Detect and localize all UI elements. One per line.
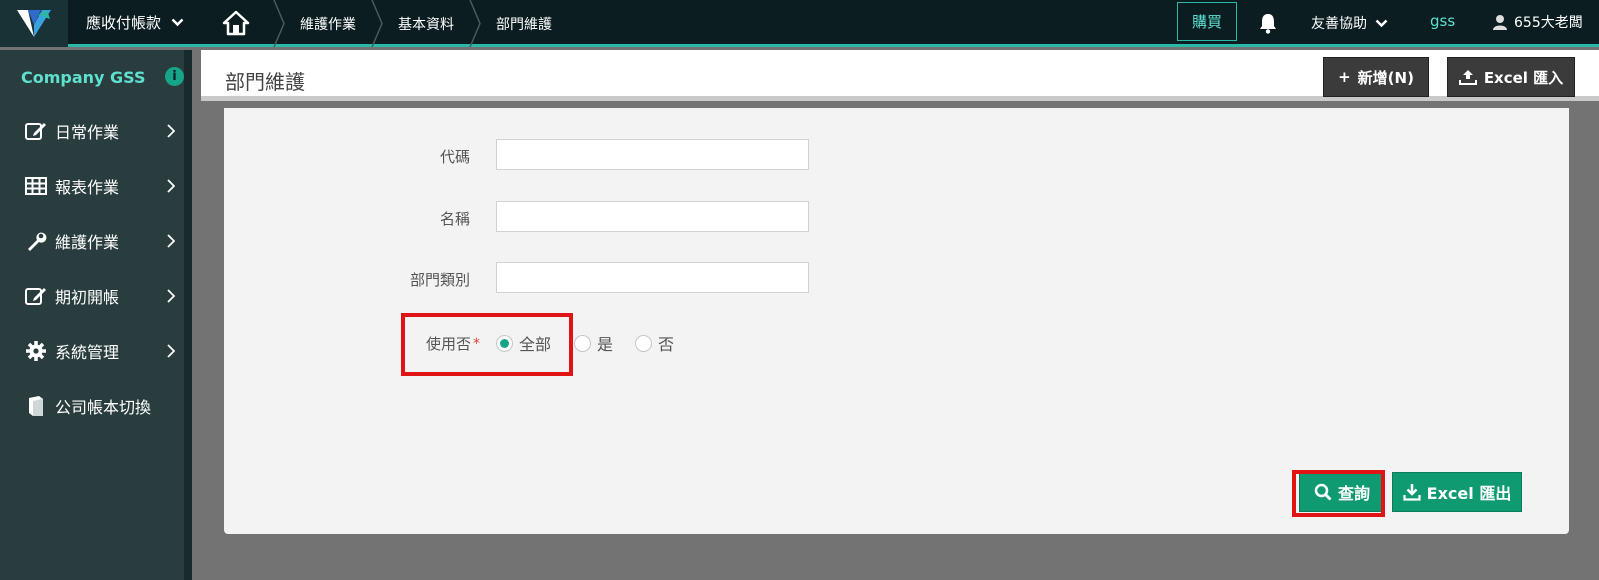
- app-menu-label: 應收付帳款: [86, 14, 162, 32]
- user-name: 655大老闆: [1514, 15, 1583, 31]
- buy-button[interactable]: 購買: [1177, 2, 1237, 41]
- add-button-label: 新增(N): [1357, 68, 1414, 87]
- sidebar-item-maintenance[interactable]: 維護作業: [0, 221, 184, 261]
- wrench-icon: [25, 230, 47, 252]
- active-label: 使用否 *: [360, 333, 480, 354]
- table-icon: [25, 175, 47, 197]
- code-label: 代碼: [439, 148, 470, 166]
- top-navbar: 應收付帳款 維護作業 基本資料 部門維護 購買 友善協助 gss 655大老闆: [0, 0, 1599, 47]
- chevron-right-icon: [167, 289, 175, 303]
- breadcrumb-item: 部門維護: [458, 0, 556, 47]
- notification-button[interactable]: [1258, 12, 1278, 34]
- search-form-card: [224, 108, 1569, 534]
- sidebar-item-opening[interactable]: 期初開帳: [0, 276, 184, 316]
- sidebar-item-label: 維護作業: [55, 233, 120, 252]
- department-type-label: 部門類別: [409, 271, 470, 289]
- radio-option-label: 是: [597, 335, 614, 354]
- sidebar-item-label: 報表作業: [55, 178, 120, 197]
- plus-icon: +: [1338, 68, 1351, 86]
- chevron-right-icon: [167, 234, 175, 248]
- user-menu[interactable]: 655大老闆: [1492, 12, 1583, 32]
- gear-icon: [25, 340, 47, 362]
- breadcrumb-separator-icon: [371, 0, 383, 47]
- excel-import-label: Excel 匯入: [1483, 68, 1564, 87]
- radio-selected-dot: [500, 338, 509, 348]
- breadcrumb-item: 維護作業: [262, 0, 360, 47]
- app-logo[interactable]: [0, 0, 68, 47]
- app-switcher-menu[interactable]: 應收付帳款: [86, 12, 184, 33]
- user-icon: [1493, 15, 1507, 30]
- query-button[interactable]: 查詢: [1299, 472, 1385, 512]
- book-icon: [25, 395, 47, 417]
- breadcrumb-link-basic-data[interactable]: 基本資料: [394, 14, 458, 34]
- edit-icon: [25, 285, 47, 307]
- active-label-text: 使用否: [425, 335, 471, 353]
- breadcrumb-current[interactable]: 部門維護: [492, 14, 556, 34]
- add-button[interactable]: + 新增(N): [1323, 57, 1429, 97]
- breadcrumb-item: 基本資料: [360, 0, 458, 47]
- radio-button[interactable]: [574, 334, 591, 352]
- sidebar-item-reports[interactable]: 報表作業: [0, 166, 184, 206]
- sidebar-item-label: 系統管理: [55, 343, 120, 362]
- download-icon: [1403, 484, 1421, 501]
- excel-export-button[interactable]: Excel 匯出: [1392, 472, 1522, 512]
- radio-option-label: 否: [658, 335, 675, 354]
- breadcrumb: 維護作業 基本資料 部門維護: [262, 0, 556, 47]
- chevron-right-icon: [167, 179, 175, 193]
- department-type-input[interactable]: [496, 262, 809, 293]
- chevron-right-icon: [167, 344, 175, 358]
- sidebar-item-label: 期初開帳: [55, 288, 120, 307]
- breadcrumb-separator-icon: [469, 0, 481, 47]
- company-name: Company GSS: [21, 68, 146, 87]
- sidebar-item-switch-company[interactable]: 公司帳本切換: [0, 386, 184, 426]
- info-icon[interactable]: i: [165, 67, 184, 86]
- radio-option-all[interactable]: 全部: [496, 331, 551, 355]
- excel-export-label: Excel 匯出: [1426, 484, 1512, 503]
- chevron-right-icon: [167, 124, 175, 138]
- radio-button[interactable]: [635, 334, 652, 352]
- radio-option-yes[interactable]: 是: [574, 331, 613, 355]
- sidebar-item-label: 日常作業: [55, 123, 120, 142]
- chevron-down-icon: [1375, 19, 1388, 27]
- radio-option-no[interactable]: 否: [635, 331, 674, 355]
- page-title: 部門維護: [225, 70, 305, 94]
- search-icon: [1314, 483, 1332, 501]
- code-input[interactable]: [496, 139, 809, 170]
- chevron-down-icon: [171, 18, 184, 27]
- sidebar-item-daily[interactable]: 日常作業: [0, 111, 184, 151]
- upload-icon: [1458, 70, 1477, 85]
- sidebar-item-system[interactable]: 系統管理: [0, 331, 184, 371]
- home-button[interactable]: [222, 9, 250, 37]
- query-button-label: 查詢: [1337, 484, 1370, 503]
- bell-icon: [1260, 14, 1276, 34]
- breadcrumb-separator-icon: [273, 0, 285, 47]
- radio-option-label: 全部: [519, 335, 552, 354]
- sidebar: Company GSS i 日常作業 報表作業 維護作業 期初開帳 系統管理 公…: [0, 50, 192, 580]
- required-marker: *: [473, 335, 480, 352]
- radio-button[interactable]: [496, 334, 513, 352]
- page-header: 部門維護 + 新增(N) Excel 匯入: [201, 50, 1599, 101]
- name-label: 名稱: [439, 210, 470, 228]
- breadcrumb-link-maintenance[interactable]: 維護作業: [296, 14, 360, 34]
- help-menu[interactable]: 友善協助: [1311, 13, 1388, 33]
- home-icon: [222, 10, 250, 36]
- excel-import-button[interactable]: Excel 匯入: [1447, 57, 1575, 97]
- edit-icon: [25, 120, 47, 142]
- gss-link[interactable]: gss: [1430, 12, 1455, 30]
- name-input[interactable]: [496, 201, 809, 232]
- sidebar-item-label: 公司帳本切換: [55, 398, 152, 417]
- logo-icon: [17, 9, 51, 37]
- help-menu-label: 友善協助: [1311, 16, 1367, 32]
